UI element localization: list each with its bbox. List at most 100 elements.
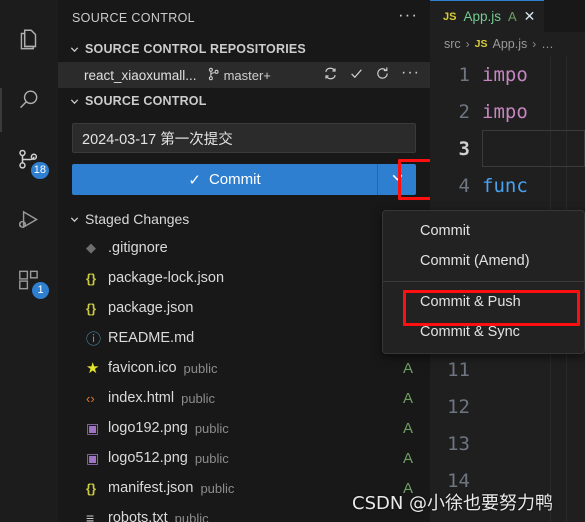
- list-item[interactable]: ⓘ README.md A: [58, 323, 430, 353]
- breadcrumb: src › JS App.js › …: [430, 32, 585, 56]
- image-file-icon: ▣: [86, 449, 100, 466]
- section-label: SOURCE CONTROL: [85, 94, 207, 108]
- code-token: func: [482, 174, 528, 197]
- repository-more-actions-icon[interactable]: ···: [401, 64, 420, 82]
- file-folder: public: [194, 420, 229, 436]
- file-name: manifest.json: [108, 480, 194, 496]
- section-label: SOURCE CONTROL REPOSITORIES: [85, 42, 306, 56]
- line-number: 4: [458, 174, 470, 197]
- activity-item-extensions[interactable]: 1: [0, 250, 58, 310]
- breadcrumb-root[interactable]: src: [444, 37, 461, 51]
- staged-changes-label: Staged Changes: [85, 211, 190, 227]
- file-name: package-lock.json: [108, 270, 225, 286]
- source-control-sidebar: SOURCE CONTROL ··· SOURCE CONTROL REPOSI…: [58, 0, 430, 522]
- chevron-right-icon: ›: [532, 37, 537, 51]
- menu-separator: [383, 281, 584, 282]
- watermark-text: CSDN @小徐也要努力鸭: [352, 493, 554, 514]
- sidebar-header: SOURCE CONTROL ···: [58, 0, 430, 36]
- activity-bar: 18 1: [0, 0, 58, 522]
- js-file-icon: JS: [443, 10, 457, 23]
- text-file-icon: ≡: [86, 510, 95, 522]
- refresh-icon[interactable]: [375, 66, 390, 84]
- repository-row[interactable]: react_xiaoxumall... master+ ···: [58, 62, 430, 88]
- json-file-icon: {}: [86, 270, 97, 286]
- chevron-down-icon: [390, 170, 405, 190]
- commit-button[interactable]: ✓ Commit: [72, 164, 377, 195]
- menu-item-commit-amend[interactable]: Commit (Amend): [383, 246, 584, 276]
- current-line-highlight: [482, 130, 585, 167]
- line-number: 1: [458, 63, 470, 86]
- git-branch-icon: [207, 67, 220, 84]
- commit-button-label: Commit: [208, 171, 261, 188]
- file-name: .gitignore: [108, 240, 168, 256]
- favicon-star-icon: ★: [86, 360, 100, 377]
- tab-app-js[interactable]: JS App.js A ✕: [430, 0, 545, 32]
- list-item[interactable]: ‹› index.html public A: [58, 383, 430, 413]
- list-item[interactable]: {} package.json A: [58, 293, 430, 323]
- json-file-icon: {}: [86, 480, 97, 496]
- file-name: favicon.ico: [108, 360, 177, 376]
- section-source-control-repositories[interactable]: SOURCE CONTROL REPOSITORIES: [58, 36, 430, 62]
- commit-dropdown-button[interactable]: [377, 164, 416, 195]
- tab-status-badge: A: [508, 9, 517, 24]
- file-name: logo192.png: [108, 420, 188, 436]
- code-line: 2 impo: [430, 93, 585, 130]
- commit-check-icon[interactable]: [349, 66, 364, 84]
- commit-message-input[interactable]: 2024-03-17 第一次提交: [72, 123, 416, 153]
- breadcrumb-file[interactable]: App.js: [493, 37, 528, 51]
- activity-item-run-debug[interactable]: [0, 190, 58, 250]
- vscode-window: 18 1 SOURCE CONTROL ··· SOURCE CONTROL R…: [0, 0, 585, 522]
- image-file-icon: ▣: [86, 419, 100, 436]
- code-line: 12: [430, 388, 585, 425]
- list-item[interactable]: {} package-lock.json A: [58, 263, 430, 293]
- chevron-down-icon: [66, 214, 82, 225]
- staged-changes-header[interactable]: Staged Changes: [58, 206, 430, 232]
- code-line: 4 func: [430, 167, 585, 204]
- file-name: index.html: [108, 390, 175, 406]
- staged-files-list: ◆ .gitignore A {} package-lock.json A {}…: [58, 233, 430, 522]
- extensions-badge: 1: [32, 282, 49, 299]
- activity-item-search[interactable]: [0, 70, 58, 130]
- menu-item-commit-sync[interactable]: Commit & Sync: [383, 317, 584, 347]
- line-number: 2: [458, 100, 470, 123]
- menu-item-commit[interactable]: Commit: [383, 216, 584, 246]
- markdown-file-icon: ⓘ: [86, 330, 102, 348]
- activity-item-explorer[interactable]: [0, 10, 58, 70]
- run-debug-icon: [16, 207, 42, 233]
- activity-item-source-control[interactable]: 18: [0, 130, 58, 190]
- html-file-icon: ‹›: [86, 390, 95, 406]
- code-line: 11: [430, 351, 585, 388]
- list-item[interactable]: ★ favicon.ico public A: [58, 353, 430, 383]
- breadcrumb-tail[interactable]: …: [541, 37, 554, 51]
- repository-branch[interactable]: master+: [207, 67, 271, 84]
- repository-name: react_xiaoxumall...: [84, 67, 197, 83]
- branch-name: master+: [223, 67, 271, 83]
- list-item[interactable]: ▣ logo192.png public A: [58, 413, 430, 443]
- list-item[interactable]: ▣ logo512.png public A: [58, 443, 430, 473]
- file-folder: public: [194, 450, 229, 466]
- section-source-control[interactable]: SOURCE CONTROL: [58, 88, 430, 114]
- chevron-down-icon: [66, 44, 82, 55]
- code-token: impo: [482, 100, 528, 123]
- menu-item-commit-push[interactable]: Commit & Push: [383, 287, 584, 317]
- list-item[interactable]: ◆ .gitignore A: [58, 233, 430, 263]
- search-icon: [16, 87, 42, 113]
- sync-changes-icon[interactable]: [323, 66, 338, 84]
- sidebar-more-actions-icon[interactable]: ···: [398, 6, 418, 26]
- file-folder: public: [174, 510, 209, 522]
- file-name: robots.txt: [108, 510, 168, 522]
- code-line-current: 3: [430, 130, 585, 167]
- repository-actions: ···: [323, 64, 420, 84]
- chevron-down-icon: [66, 96, 82, 107]
- close-icon[interactable]: ✕: [524, 8, 536, 25]
- commit-dropdown-menu: Commit Commit (Amend) Commit & Push Comm…: [382, 210, 585, 354]
- commit-button-group: ✓ Commit: [72, 159, 430, 200]
- tab-label: App.js: [463, 9, 501, 24]
- chevron-right-icon: ›: [465, 37, 470, 51]
- file-name: package.json: [108, 300, 194, 316]
- file-status-badge: A: [403, 419, 414, 437]
- file-status-badge: A: [403, 389, 414, 407]
- commit-message-value: 2024-03-17 第一次提交: [82, 131, 233, 148]
- line-number: 3: [458, 137, 470, 160]
- line-number: 12: [447, 395, 470, 418]
